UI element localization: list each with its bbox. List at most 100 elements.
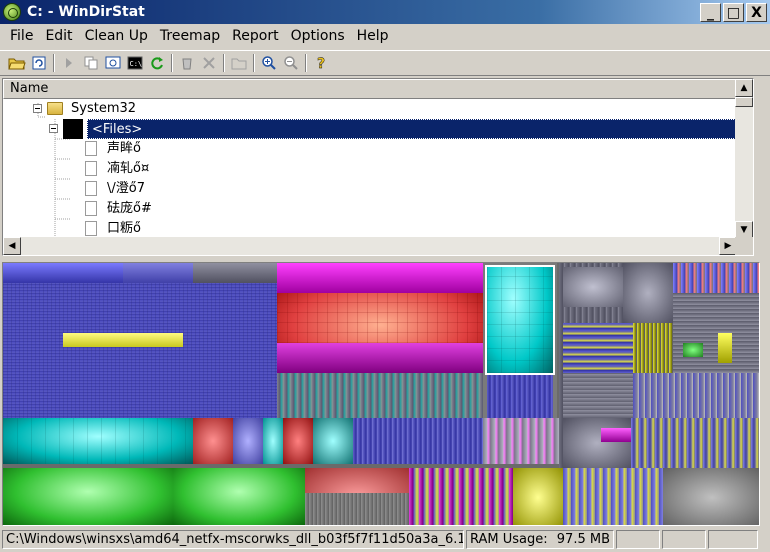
menu-file[interactable]: File <box>4 26 39 46</box>
treemap-tile[interactable] <box>193 263 277 283</box>
treemap-tile[interactable] <box>563 267 623 307</box>
treemap-tile[interactable] <box>718 333 732 363</box>
tree-row-file[interactable]: 砝庞ő# <box>3 199 736 219</box>
treemap-tile[interactable] <box>3 418 193 464</box>
treemap-tile[interactable] <box>3 263 123 283</box>
tree-item-label: \/澄ő7 <box>107 181 145 196</box>
menu-report[interactable]: Report <box>226 26 284 46</box>
status-cell-empty <box>708 530 758 549</box>
minimize-button[interactable]: _ <box>700 3 721 22</box>
treemap-tile[interactable] <box>633 323 673 373</box>
rescan-button[interactable] <box>28 52 50 74</box>
treemap-tile[interactable] <box>631 418 759 468</box>
collapse-toggle[interactable] <box>33 104 42 113</box>
command-prompt-button[interactable]: C:\ <box>124 52 146 74</box>
menu-edit[interactable]: Edit <box>39 26 78 46</box>
treemap-tile[interactable] <box>563 468 663 525</box>
treemap-tile[interactable] <box>263 418 283 464</box>
tree-row-system32[interactable]: System32 <box>3 99 736 119</box>
treemap-tile[interactable] <box>277 343 483 373</box>
delete-button[interactable] <box>198 52 220 74</box>
menu-clean-up[interactable]: Clean Up <box>79 26 154 46</box>
help-button[interactable]: ? <box>310 52 332 74</box>
treemap-tile[interactable] <box>233 418 263 464</box>
treemap-tile[interactable] <box>563 373 633 418</box>
menu-options[interactable]: Options <box>285 26 351 46</box>
tree-row-file[interactable]: \/澄ő7 <box>3 179 736 199</box>
open-button[interactable] <box>6 52 28 74</box>
treemap-tile[interactable] <box>123 263 193 283</box>
windirstat-app-icon[interactable] <box>3 3 21 21</box>
copy-path-button[interactable] <box>80 52 102 74</box>
status-cell-empty <box>662 530 706 549</box>
tree-row-file[interactable]: 声眸ő <box>3 139 736 159</box>
toolbar-separator <box>223 54 225 72</box>
scroll-left-button[interactable]: ◀ <box>3 237 21 255</box>
toolbar-separator <box>253 54 255 72</box>
explorer-button[interactable] <box>102 52 124 74</box>
treemap-tile[interactable] <box>663 468 759 525</box>
tree-vertical-scrollbar[interactable]: ▲ ▼ <box>735 79 753 239</box>
tree-item-label: System32 <box>71 101 137 116</box>
arrow-left-icon: ◀ <box>8 241 16 251</box>
svg-text:?: ? <box>317 56 325 71</box>
new-folder-button[interactable] <box>228 52 250 74</box>
treemap-tile[interactable] <box>487 375 553 418</box>
tree-row-file[interactable]: 㓓轧ő¤ <box>3 159 736 179</box>
tree-row-file[interactable]: 口粝ő <box>3 219 736 239</box>
treemap-view[interactable] <box>2 262 760 526</box>
scrollbar-corner <box>735 237 753 255</box>
treemap-tile[interactable] <box>283 418 313 464</box>
ram-usage-label: RAM Usage: <box>470 532 548 547</box>
delete-icon <box>203 57 215 69</box>
recycle-button[interactable] <box>176 52 198 74</box>
refresh-green-icon <box>151 57 163 70</box>
scroll-up-button[interactable]: ▲ <box>735 79 753 97</box>
treemap-tile[interactable] <box>563 418 631 468</box>
svg-text:C:\: C:\ <box>130 60 143 68</box>
refresh-selected-button[interactable] <box>146 52 168 74</box>
treemap-tile[interactable] <box>513 468 563 525</box>
tree-item-label: 声眸ő <box>107 141 141 156</box>
ram-usage-value: 97.5 MB <box>556 532 610 547</box>
treemap-tile[interactable] <box>673 263 759 293</box>
maximize-button[interactable]: □ <box>723 3 744 22</box>
tree-row-files[interactable]: <Files> <box>3 119 736 139</box>
treemap-tile[interactable] <box>305 493 409 525</box>
treemap-tile[interactable] <box>313 418 353 464</box>
file-icon <box>85 221 97 236</box>
menu-treemap[interactable]: Treemap <box>154 26 226 46</box>
directory-tree[interactable]: Name System32 <Files> 声眸ő 㓓轧ő¤ \/澄ő7 砝庞ő… <box>2 78 754 256</box>
tree-horizontal-scrollbar[interactable]: ◀ ▶ <box>3 237 737 255</box>
treemap-tile[interactable] <box>409 468 513 525</box>
treemap-tile[interactable] <box>277 263 483 293</box>
collapse-toggle[interactable] <box>49 124 58 133</box>
menu-help[interactable]: Help <box>351 26 395 46</box>
status-path: C:\Windows\winsxs\amd64_netfx-mscorwks_d… <box>2 530 464 549</box>
toolbar: C:\ ? <box>0 50 770 76</box>
scroll-thumb[interactable] <box>735 97 753 107</box>
treemap-tile[interactable] <box>173 468 305 525</box>
treemap-tile[interactable] <box>63 333 183 347</box>
treemap-tile[interactable] <box>3 468 173 525</box>
treemap-tile[interactable] <box>193 418 233 464</box>
treemap-tile[interactable] <box>683 343 703 357</box>
treemap-tile[interactable] <box>623 263 673 323</box>
arrow-down-icon: ▼ <box>740 225 748 235</box>
play-button[interactable] <box>58 52 80 74</box>
title-bar[interactable]: C: - WinDirStat _ □ X <box>0 0 770 24</box>
toolbar-separator <box>305 54 307 72</box>
zoom-out-button[interactable] <box>280 52 302 74</box>
treemap-tile[interactable] <box>277 373 483 418</box>
treemap-tile[interactable] <box>601 428 631 442</box>
treemap-selection-rectangle <box>485 265 555 375</box>
treemap-tile[interactable] <box>563 323 633 373</box>
close-button[interactable]: X <box>746 3 767 22</box>
treemap-tile[interactable] <box>353 418 483 464</box>
treemap-tile[interactable] <box>633 373 759 418</box>
recycle-icon <box>182 58 192 70</box>
treemap-tile[interactable] <box>673 293 759 373</box>
treemap-tile[interactable] <box>483 418 559 464</box>
zoom-in-button[interactable] <box>258 52 280 74</box>
explorer-icon <box>105 56 121 69</box>
